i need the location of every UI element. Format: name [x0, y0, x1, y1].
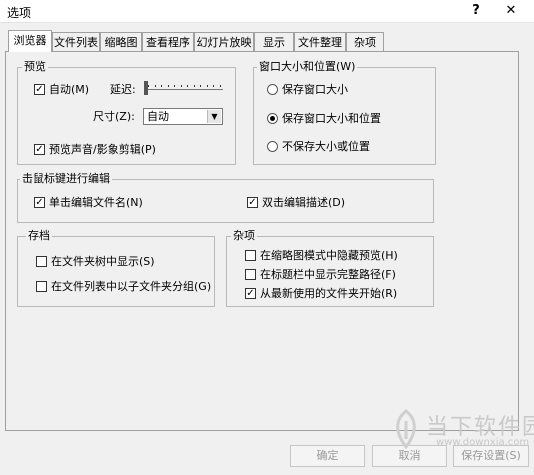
help-button[interactable]: ? [466, 2, 486, 20]
tab-label: 文件列表 [54, 36, 98, 49]
title-bar: 选项 ? ✕ [0, 0, 534, 23]
close-button[interactable]: ✕ [500, 2, 522, 20]
preview-group-title: 预览 [22, 60, 48, 73]
single-click-edit-checkbox[interactable]: ✓ [34, 197, 45, 208]
double-click-edit-label: 双击编辑描述(D) [262, 196, 346, 209]
window-size-group-title: 窗口大小和位置(W) [257, 60, 358, 73]
window-title: 选项 [7, 6, 32, 20]
tab-label: 幻灯片放映 [196, 36, 252, 49]
slider-tick [148, 85, 149, 87]
radio-save-size-position[interactable] [267, 113, 278, 124]
slider-tick [187, 85, 188, 87]
slider-tick [174, 85, 175, 87]
check-icon: ✓ [248, 197, 257, 208]
show-full-path-checkbox[interactable] [245, 269, 256, 280]
watermark: 当下软件园 www.downxia.com [390, 407, 534, 471]
check-icon: ✓ [35, 144, 44, 155]
hide-preview-checkbox[interactable] [245, 250, 256, 261]
group-by-subfolder-checkbox[interactable] [36, 281, 47, 292]
check-icon: ✓ [246, 288, 255, 299]
tab-label: 缩略图 [104, 36, 138, 49]
delay-label: 延迟: [110, 83, 136, 96]
auto-preview-checkbox[interactable]: ✓ [34, 84, 45, 95]
ok-button[interactable]: 确定 [290, 445, 365, 467]
slider-tick [219, 85, 221, 87]
check-icon: ✓ [35, 84, 44, 95]
misc-group-title: 杂项 [231, 229, 257, 242]
show-in-folder-tree-checkbox[interactable] [36, 256, 47, 267]
chevron-down-icon: ▼ [207, 110, 221, 123]
check-icon: ✓ [35, 197, 44, 208]
slider-tick [213, 85, 214, 87]
start-recent-folder-checkbox[interactable]: ✓ [245, 288, 256, 299]
radio-selected-dot [270, 116, 275, 121]
slider-tick [154, 85, 156, 87]
hide-preview-label: 在缩略图模式中隐藏预览(H) [260, 249, 398, 262]
tab-browser[interactable]: 浏览器 [8, 30, 52, 52]
tab-file-organize[interactable]: 文件整理 [294, 32, 346, 51]
single-click-edit-label: 单击编辑文件名(N) [49, 196, 143, 209]
archive-group [17, 236, 215, 307]
tab-viewer[interactable]: 查看程序 [142, 32, 194, 51]
preview-audio-checkbox[interactable]: ✓ [34, 144, 45, 155]
auto-preview-label: 自动(M) [49, 83, 90, 96]
tab-misc[interactable]: 杂项 [346, 32, 384, 51]
group-by-subfolder-label: 在文件列表中以子文件夹分组(G) [51, 280, 212, 293]
double-click-edit-checkbox[interactable]: ✓ [247, 197, 258, 208]
slider-tick [200, 85, 201, 87]
tab-label: 显示 [263, 36, 285, 49]
edit-group-title: 击鼠标键进行编辑 [20, 172, 112, 185]
radio-save-size-label: 保存窗口大小 [282, 83, 348, 96]
watermark-url: www.downxia.com [436, 437, 530, 448]
slider-tick [161, 85, 162, 87]
start-recent-folder-label: 从最新使用的文件夹开始(R) [260, 287, 398, 300]
size-label: 尺寸(Z): [93, 110, 135, 123]
tab-thumbnails[interactable]: 缩略图 [100, 32, 142, 51]
radio-no-save-label: 不保存大小或位置 [282, 140, 370, 153]
archive-group-title: 存档 [26, 229, 52, 242]
slider-tick [167, 85, 169, 87]
slider-tick [193, 85, 195, 87]
tab-display[interactable]: 显示 [254, 32, 294, 51]
tab-slideshow[interactable]: 幻灯片放映 [194, 32, 254, 51]
tab-label: 浏览器 [13, 34, 47, 47]
tab-file-list[interactable]: 文件列表 [52, 32, 100, 51]
slider-tick [206, 85, 208, 87]
tab-label: 查看程序 [146, 36, 190, 49]
delay-slider-thumb[interactable] [144, 81, 148, 95]
delay-slider[interactable] [145, 89, 223, 90]
show-full-path-label: 在标题栏中显示完整路径(F) [260, 268, 396, 281]
preview-audio-label: 预览声音/影象剪辑(P) [49, 143, 156, 156]
size-select-value: 自动 [147, 110, 169, 123]
radio-no-save[interactable] [267, 141, 278, 152]
radio-save-size[interactable] [267, 84, 278, 95]
show-in-folder-tree-label: 在文件夹树中显示(S) [51, 255, 155, 268]
tab-label: 文件整理 [298, 36, 342, 49]
tab-label: 杂项 [354, 36, 376, 49]
size-select[interactable]: 自动 ▼ [143, 108, 223, 125]
radio-save-size-position-label: 保存窗口大小和位置 [282, 112, 381, 125]
slider-tick [180, 85, 182, 87]
watermark-logo-icon [396, 409, 416, 449]
